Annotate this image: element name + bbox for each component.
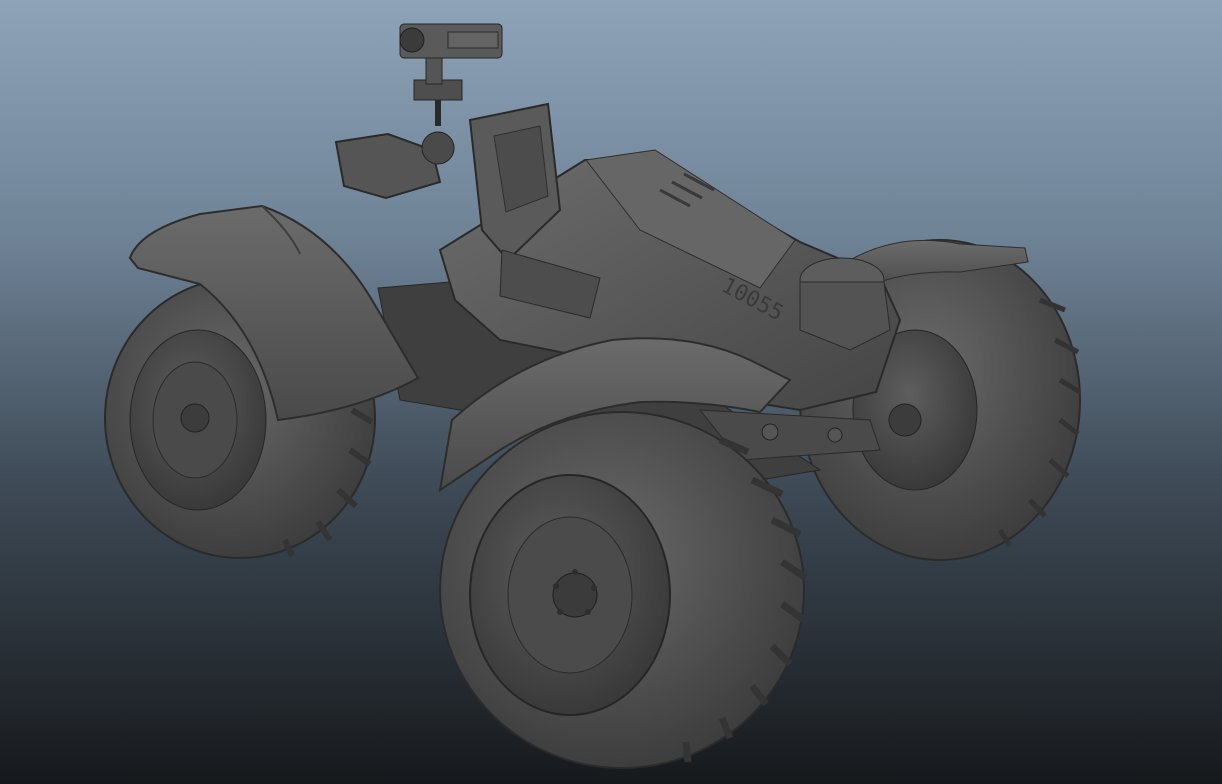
front-right-wheel[interactable] [439,411,808,769]
viewport-scene[interactable]: 10055 [0,0,1222,784]
rear-rack[interactable] [334,131,455,200]
3d-viewport[interactable]: 10055 [0,0,1222,784]
camera-mount[interactable] [399,23,503,126]
